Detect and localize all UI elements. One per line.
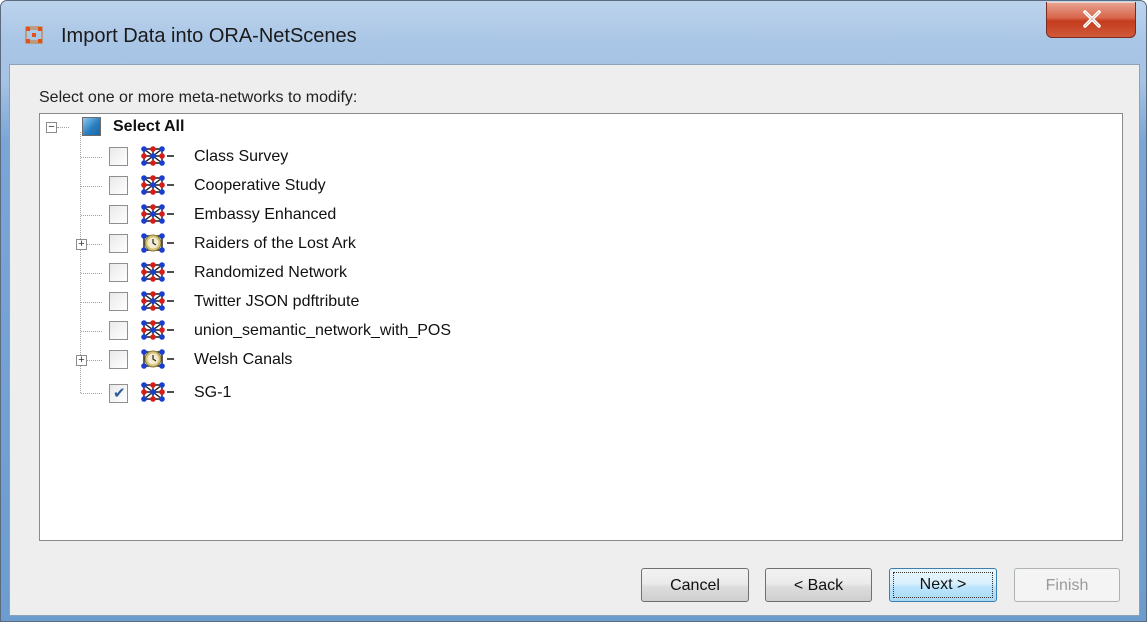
item-label: Twitter JSON pdftribute (194, 293, 360, 310)
tree-connector (81, 331, 102, 332)
collapse-toggle[interactable]: − (46, 122, 57, 133)
dynamic-meta-network-icon (141, 233, 174, 253)
tree-item[interactable]: Twitter JSON pdftribute (40, 288, 1122, 316)
item-checkbox[interactable] (109, 234, 128, 253)
item-label: union_semantic_network_with_POS (194, 322, 452, 339)
tree-item[interactable]: union_semantic_network_with_POS (40, 317, 1122, 345)
tree-connector (57, 127, 69, 128)
meta-network-tree[interactable]: − Select All Class Survey Cooperative St… (39, 113, 1123, 541)
tree-item[interactable]: Cooperative Study (40, 172, 1122, 200)
item-label: SG-1 (194, 384, 232, 401)
meta-network-icon (141, 204, 174, 224)
tree-connector (81, 393, 102, 394)
item-label: Embassy Enhanced (194, 206, 337, 223)
item-checkbox[interactable] (109, 205, 128, 224)
item-checkbox[interactable] (109, 350, 128, 369)
expand-toggle[interactable]: + (76, 355, 87, 366)
next-button[interactable]: Next > (889, 568, 997, 602)
item-checkbox-checked[interactable] (109, 384, 128, 403)
select-all-label: Select All (113, 118, 185, 135)
instruction-label: Select one or more meta-networks to modi… (39, 89, 358, 106)
select-all-checkbox[interactable] (82, 117, 101, 136)
dialog-content: Select one or more meta-networks to modi… (9, 64, 1140, 616)
meta-network-icon (141, 320, 174, 340)
tree-connector (81, 302, 102, 303)
item-label: Class Survey (194, 148, 289, 165)
back-button[interactable]: < Back (765, 568, 872, 602)
expand-toggle[interactable]: + (76, 239, 87, 250)
meta-network-icon (141, 175, 174, 195)
meta-network-icon (141, 291, 174, 311)
item-label: Raiders of the Lost Ark (194, 235, 356, 252)
tree-item[interactable]: Class Survey (40, 143, 1122, 171)
item-checkbox[interactable] (109, 321, 128, 340)
tree-item[interactable]: SG-1 (40, 375, 1122, 403)
meta-network-icon (141, 262, 174, 282)
tree-connector (81, 186, 102, 187)
meta-network-icon (141, 382, 174, 402)
focus-ring (893, 572, 993, 598)
import-dialog-window: Import Data into ORA-NetScenes Select on… (0, 0, 1147, 622)
close-button[interactable] (1046, 2, 1136, 38)
tree-item[interactable]: + Welsh Canals (40, 346, 1122, 374)
title-bar[interactable]: Import Data into ORA-NetScenes (1, 1, 1146, 57)
tree-connector (87, 360, 102, 361)
tree-connector (81, 215, 102, 216)
item-label: Randomized Network (194, 264, 347, 281)
window-title: Import Data into ORA-NetScenes (61, 25, 357, 47)
tree-row-select-all: − Select All (40, 114, 1122, 142)
tree-connector (81, 273, 102, 274)
tree-item[interactable]: Embassy Enhanced (40, 201, 1122, 229)
item-checkbox[interactable] (109, 147, 128, 166)
meta-network-icon (141, 146, 174, 166)
ora-app-icon (25, 26, 43, 44)
item-checkbox[interactable] (109, 292, 128, 311)
item-label: Cooperative Study (194, 177, 326, 194)
tree-item[interactable]: + Raiders of the Lost Ark (40, 230, 1122, 258)
dynamic-meta-network-icon (141, 349, 174, 369)
item-label: Welsh Canals (194, 351, 293, 368)
finish-button[interactable]: Finish (1014, 568, 1120, 602)
close-icon (1083, 10, 1101, 28)
tree-item[interactable]: Randomized Network (40, 259, 1122, 287)
cancel-button[interactable]: Cancel (641, 568, 749, 602)
tree-connector (81, 157, 102, 158)
tree-connector (87, 244, 102, 245)
item-checkbox[interactable] (109, 263, 128, 282)
item-checkbox[interactable] (109, 176, 128, 195)
